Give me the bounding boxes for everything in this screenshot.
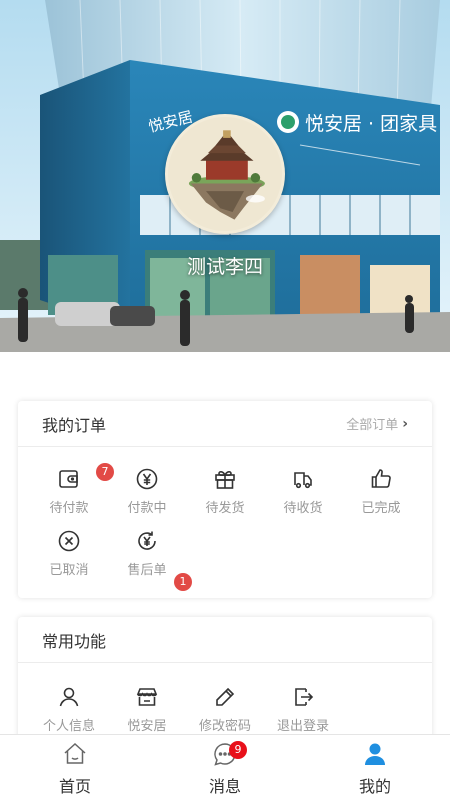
orders-card-header: 我的订单 全部订单 › bbox=[18, 401, 432, 447]
function-personal-info[interactable]: 个人信息 bbox=[39, 685, 99, 734]
order-status-label: 售后单 bbox=[127, 563, 167, 578]
tab-home[interactable]: 首页 bbox=[30, 741, 120, 797]
delivery-truck-icon bbox=[291, 467, 315, 491]
username: 测试李四 bbox=[186, 256, 263, 278]
functions-card-header: 常用功能 bbox=[18, 617, 432, 663]
all-orders-label: 全部订单 bbox=[346, 418, 399, 433]
order-pending-payment[interactable]: 待付款 bbox=[39, 467, 99, 516]
common-functions-card: 常用功能 个人信息 悦安居 修改密码 退出登录 bbox=[18, 617, 432, 747]
order-status-label: 已完成 bbox=[361, 501, 401, 516]
logout-icon bbox=[291, 685, 315, 709]
bottom-tab-bar: 首页 9 消息 我的 bbox=[0, 734, 450, 800]
order-pending-receipt[interactable]: 待收货 bbox=[273, 467, 333, 516]
functions-title: 常用功能 bbox=[42, 631, 107, 651]
order-pending-shipment[interactable]: 待发货 bbox=[195, 467, 255, 516]
chevron-right-icon: › bbox=[402, 415, 408, 432]
all-orders-link[interactable]: 全部订单 › bbox=[346, 414, 408, 434]
profile-icon bbox=[362, 741, 388, 767]
profile-header: 悦安居 · 团家具 悦安居 测试李四 bbox=[0, 0, 450, 352]
cancel-circle-icon bbox=[57, 529, 81, 553]
order-paying[interactable]: 付款中 bbox=[117, 467, 177, 516]
order-cancelled[interactable]: 已取消 bbox=[39, 529, 99, 578]
function-label: 修改密码 bbox=[198, 719, 251, 734]
order-status-label: 待收货 bbox=[283, 501, 323, 516]
store-icon bbox=[135, 685, 159, 709]
floating-island-pagoda-image bbox=[168, 117, 282, 231]
tab-label: 消息 bbox=[208, 777, 241, 796]
tab-label: 我的 bbox=[358, 777, 391, 796]
thumbs-up-icon bbox=[369, 467, 393, 491]
function-label: 悦安居 bbox=[127, 719, 167, 734]
function-label: 个人信息 bbox=[42, 719, 95, 734]
tab-mine[interactable]: 我的 bbox=[330, 741, 420, 797]
user-icon bbox=[57, 685, 81, 709]
my-orders-card: 我的订单 全部订单 › 待付款 7 付款中 待发货 待收货 已完成 已取消 售后… bbox=[18, 401, 432, 598]
yuan-circle-icon bbox=[135, 467, 159, 491]
order-completed[interactable]: 已完成 bbox=[351, 467, 411, 516]
tab-label: 首页 bbox=[58, 777, 91, 796]
order-status-label: 待付款 bbox=[49, 501, 89, 516]
orders-title: 我的订单 bbox=[42, 415, 107, 435]
function-logout[interactable]: 退出登录 bbox=[273, 685, 333, 734]
after-sales-badge: 1 bbox=[174, 573, 192, 591]
pending-payment-badge: 7 bbox=[96, 463, 114, 481]
function-change-password[interactable]: 修改密码 bbox=[195, 685, 255, 734]
avatar[interactable] bbox=[165, 114, 285, 234]
refund-yuan-icon bbox=[135, 529, 159, 553]
function-yueanju[interactable]: 悦安居 bbox=[117, 685, 177, 734]
order-after-sales[interactable]: 售后单 bbox=[117, 529, 177, 578]
function-label: 退出登录 bbox=[276, 719, 329, 734]
tab-messages[interactable]: 9 消息 bbox=[180, 741, 270, 797]
order-status-label: 已取消 bbox=[49, 563, 89, 578]
wallet-icon bbox=[57, 467, 81, 491]
gift-box-icon bbox=[213, 467, 237, 491]
pencil-icon bbox=[213, 685, 237, 709]
order-status-label: 付款中 bbox=[127, 501, 167, 516]
building-sign-right: 悦安居 · 团家具 bbox=[305, 113, 437, 135]
home-icon bbox=[62, 741, 88, 767]
messages-badge: 9 bbox=[229, 741, 247, 759]
order-status-label: 待发货 bbox=[205, 501, 245, 516]
